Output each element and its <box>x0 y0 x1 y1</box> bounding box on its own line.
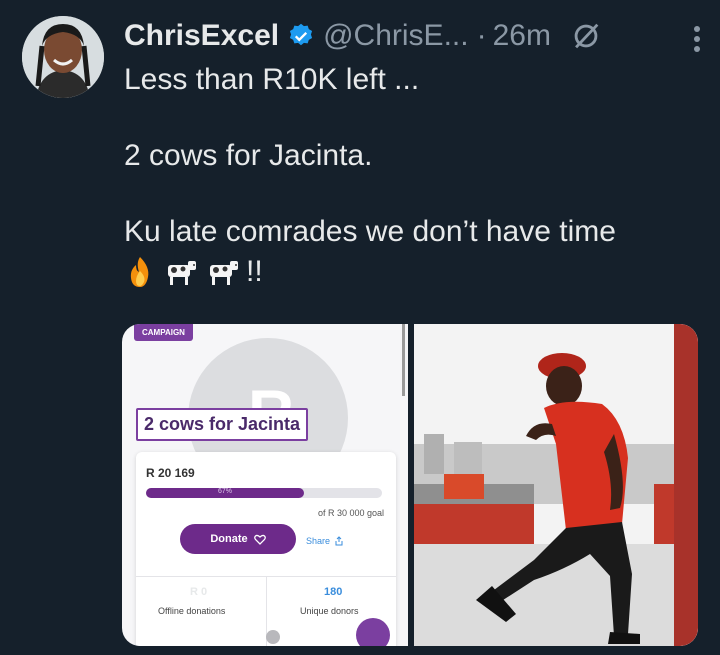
campaign-screenshot[interactable]: CAMPAIGN R 2 cows for Jacinta R 20 169 6… <box>122 324 408 646</box>
progress-label: 67% <box>218 488 233 495</box>
rally-photo <box>414 324 698 646</box>
scrollbar <box>402 324 405 396</box>
campaign-card: R 20 169 67% of R 30 000 goal Donate Sha… <box>136 452 396 646</box>
share-link: Share <box>306 536 344 546</box>
raised-amount: R 20 169 <box>146 466 195 480</box>
exclamation-text: !! <box>246 255 263 288</box>
media-grid[interactable]: CAMPAIGN R 2 cows for Jacinta R 20 169 6… <box>122 324 698 646</box>
tweet-header: ChrisExcel @ChrisE... · 26m <box>124 14 700 58</box>
handle[interactable]: @ChrisE... <box>323 19 468 53</box>
separator: · <box>476 19 487 52</box>
campaign-tag: CAMPAIGN <box>134 324 193 341</box>
verified-badge-icon <box>287 22 315 50</box>
offline-value: R 0 <box>190 586 208 598</box>
share-label: Share <box>306 536 331 546</box>
tweet-line: 2 cows for Jacinta. <box>124 139 373 172</box>
progress-bar <box>146 488 382 498</box>
tweet-line: Less than R10K left ... <box>124 63 420 96</box>
avatar-photo <box>22 16 104 98</box>
unique-value: 180 <box>324 586 343 598</box>
grey-dot <box>266 630 280 644</box>
chat-icon <box>356 618 390 646</box>
tweet-line: Ku late comrades we don’t have time <box>124 215 616 248</box>
fire-emoji <box>130 257 149 287</box>
grok-icon[interactable] <box>569 19 603 53</box>
donate-label: Donate <box>210 533 248 545</box>
avatar[interactable] <box>22 16 104 98</box>
offline-label: Offline donations <box>158 606 226 616</box>
emoji-line: !! <box>124 252 700 292</box>
timestamp[interactable]: 26m <box>493 19 551 53</box>
cow-emoji <box>210 261 238 285</box>
goal-text: of R 30 000 goal <box>317 508 384 518</box>
heart-icon <box>253 534 266 545</box>
dancing-photo[interactable] <box>414 324 698 646</box>
more-icon[interactable] <box>694 26 702 54</box>
campaign-title: 2 cows for Jacinta <box>136 408 309 441</box>
unique-label: Unique donors <box>300 606 359 616</box>
cow-emoji <box>168 261 196 285</box>
donate-button: Donate <box>180 524 296 554</box>
share-icon <box>335 536 343 546</box>
display-name[interactable]: ChrisExcel <box>124 19 279 53</box>
tweet-text: Less than R10K left ... 2 cows for Jacin… <box>124 60 700 292</box>
